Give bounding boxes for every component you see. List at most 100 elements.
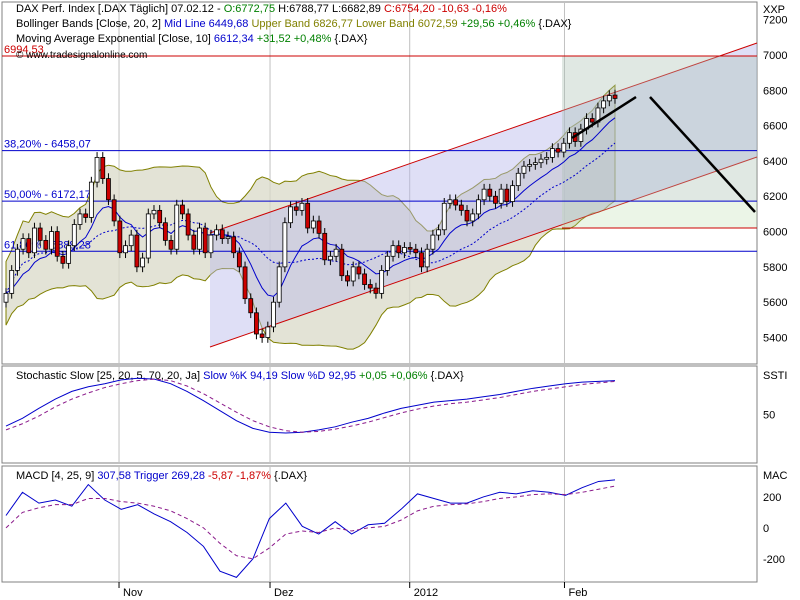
candle <box>555 148 561 153</box>
price-legend: DAX Perf. Index [.DAX Täglich] 07.02.12 … <box>16 3 507 15</box>
candle <box>396 245 402 254</box>
candle <box>413 248 419 254</box>
candle <box>83 213 89 218</box>
target-zone-2 <box>562 55 757 202</box>
x-tick-label: Feb <box>568 587 587 599</box>
candle <box>174 204 180 250</box>
legend-part: O:6772,75 <box>224 3 278 15</box>
candle <box>168 239 174 250</box>
legend-part: Mid Line 6449,68 <box>164 18 251 30</box>
candle <box>487 188 493 197</box>
candle <box>515 172 521 187</box>
candle <box>612 94 618 99</box>
candle <box>402 247 407 254</box>
candle <box>504 188 510 202</box>
candle <box>310 220 316 229</box>
candle <box>322 232 328 261</box>
legend-part: H:6788,77 <box>278 3 332 15</box>
candle <box>521 165 527 174</box>
y-tick-label: 7200 <box>763 15 787 27</box>
legend-part: L:6682,89 <box>332 3 384 15</box>
legend-part: C:6754,20 <box>384 3 438 15</box>
candle <box>356 266 362 275</box>
candle <box>589 118 595 123</box>
legend-part: DAX Perf. Index [.DAX Täglich] 07.02.12 … <box>16 3 224 15</box>
candle <box>254 312 259 335</box>
candle <box>271 301 276 328</box>
candle <box>20 238 26 250</box>
candle <box>111 199 117 222</box>
candle <box>66 245 72 264</box>
y-tick-label: 7000 <box>763 50 787 62</box>
candle <box>123 245 128 254</box>
candle <box>527 164 533 167</box>
legend-part: Trigger 269,28 <box>134 470 208 482</box>
candle <box>208 234 214 254</box>
y-tick-label: 5400 <box>763 333 787 345</box>
legend-part: Moving Average Exponential [Close, 10] <box>16 33 214 45</box>
candle <box>333 248 339 257</box>
candle <box>447 199 453 204</box>
y-tick-label: 6200 <box>763 191 787 203</box>
candle <box>339 248 345 277</box>
candle <box>453 199 459 206</box>
candle <box>219 229 225 240</box>
candle <box>481 188 487 201</box>
candle <box>9 270 15 294</box>
candle <box>350 266 356 282</box>
candle <box>390 245 396 257</box>
candle <box>242 266 248 300</box>
stoch-symbol: SSTI <box>763 370 787 382</box>
candle <box>441 202 447 231</box>
candle <box>328 255 333 261</box>
candle <box>225 236 231 240</box>
candle <box>293 206 299 211</box>
candle <box>14 248 20 271</box>
candle <box>544 156 550 160</box>
candle <box>424 248 430 268</box>
candle <box>49 231 54 250</box>
candle <box>538 158 544 164</box>
candle <box>367 284 373 289</box>
macd-symbol: MAC <box>763 470 788 482</box>
y-tick-label: 200 <box>763 492 781 504</box>
candle <box>305 202 311 229</box>
legend-part: 307,58 <box>97 470 134 482</box>
y-tick-label: 6400 <box>763 156 787 168</box>
candle <box>362 273 367 285</box>
candle <box>265 326 271 338</box>
legend-part: +0,05 +0,06% <box>359 370 431 382</box>
candle <box>316 220 322 234</box>
candle <box>37 227 43 241</box>
macd-legend: MACD [4, 25, 9] 307,58 Trigger 269,28 -5… <box>16 470 307 482</box>
legend-part: {.DAX} <box>274 470 307 482</box>
legend-part: {.DAX} <box>431 370 464 382</box>
legend-part: +31,52 +0,48% <box>257 33 335 45</box>
legend-part: Slow %D 92,95 <box>281 370 359 382</box>
candle <box>128 234 134 247</box>
candle <box>407 247 413 250</box>
candle <box>259 333 265 338</box>
candle <box>100 156 106 179</box>
legend-part: {.DAX} <box>334 33 367 45</box>
candle <box>43 239 49 250</box>
candle <box>197 227 202 250</box>
candle <box>458 204 464 211</box>
candle <box>436 229 441 236</box>
candle <box>77 213 83 225</box>
candle <box>476 199 481 215</box>
candle <box>601 100 607 109</box>
candle <box>379 270 385 294</box>
legend-part: Stochastic Slow [25, 20, 5, 70, 20, Ja] <box>16 370 203 382</box>
y-tick-label: 6000 <box>763 227 787 239</box>
price-symbol: XXP <box>763 4 785 16</box>
candle <box>464 209 470 222</box>
y-tick-label: 6600 <box>763 121 787 133</box>
y-tick-label: 0 <box>763 523 769 535</box>
candle <box>106 178 111 201</box>
candle <box>231 236 237 254</box>
level-label: 50,00% - 6172,17 <box>4 189 91 201</box>
candle <box>345 275 350 282</box>
candle <box>162 222 168 241</box>
price-legend: Moving Average Exponential [Close, 10] 6… <box>16 33 368 45</box>
